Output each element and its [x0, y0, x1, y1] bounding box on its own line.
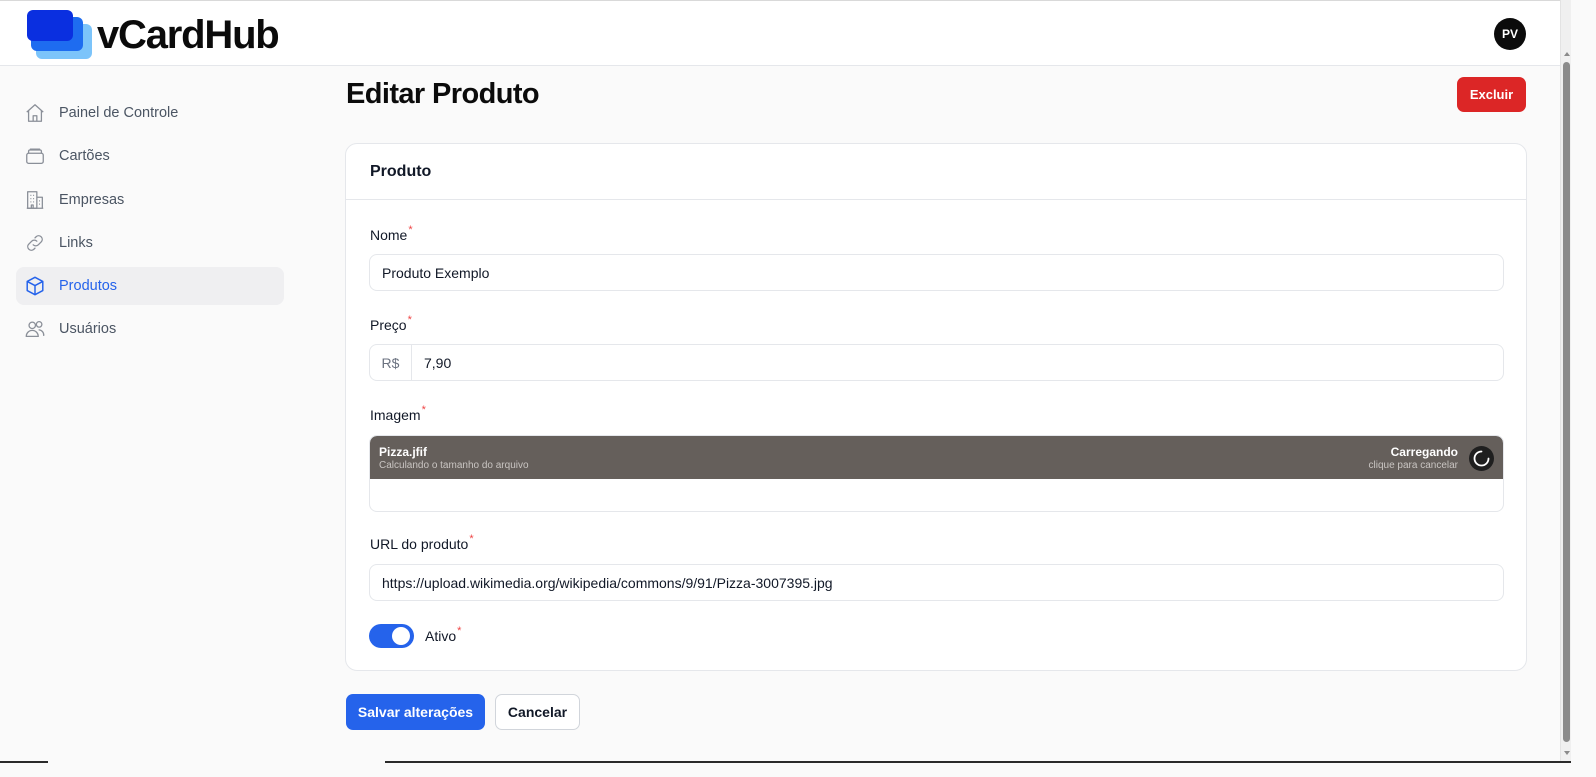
cards-icon [26, 148, 44, 165]
scrollbar-thumb[interactable] [1563, 62, 1570, 742]
product-form-card: Produto Nome* Produto Exemplo Preço* R$ … [345, 143, 1527, 671]
sidebar-item-label: Links [59, 234, 93, 251]
users-icon [25, 321, 45, 338]
page-title: Editar Produto [346, 78, 540, 110]
required-marker: * [408, 224, 413, 236]
active-toggle[interactable] [369, 624, 414, 648]
name-input[interactable]: Produto Exemplo [369, 254, 1504, 291]
active-label: Ativo* [425, 625, 462, 644]
required-marker: * [407, 314, 412, 326]
toggle-knob [392, 627, 410, 645]
sidebar-item-painel-de-controle[interactable]: Painel de Controle [16, 94, 284, 132]
required-marker: * [457, 625, 462, 637]
sidebar-item-label: Cartões [59, 148, 110, 165]
link-icon [27, 235, 43, 251]
price-input[interactable]: R$ 7,90 [369, 344, 1504, 381]
upload-file-item: Pizza.jfif Calculando o tamanho do arqui… [370, 436, 1503, 479]
sidebar-item-label: Produtos [59, 278, 118, 295]
url-input[interactable]: https://upload.wikimedia.org/wikipedia/c… [369, 564, 1504, 601]
top-bar: vCardHub PV [0, 0, 1560, 66]
sidebar-item-empresas[interactable]: Empresas [16, 181, 284, 219]
home-icon [26, 104, 44, 122]
url-input-value: https://upload.wikimedia.org/wikipedia/c… [382, 574, 833, 591]
cancel-button[interactable]: Cancelar [495, 694, 580, 730]
currency-prefix: R$ [370, 345, 412, 380]
price-label: Preço* [370, 314, 412, 333]
upload-cancel-button[interactable] [1469, 446, 1494, 471]
delete-button[interactable]: Excluir [1457, 77, 1526, 112]
price-input-value: 7,90 [424, 354, 452, 371]
image-label: Imagem* [370, 404, 426, 423]
app-name: vCardHub [97, 13, 280, 57]
spinner-icon [1473, 450, 1490, 467]
image-upload-dropzone[interactable]: Pizza.jfif Calculando o tamanho do arqui… [369, 435, 1504, 512]
sidebar-item-cartoes[interactable]: Cartões [16, 137, 284, 175]
scroll-down-icon[interactable] [1564, 751, 1570, 755]
upload-cancel-hint: clique para cancelar [1368, 460, 1459, 471]
required-marker: * [469, 533, 474, 545]
window-bottom-edge [0, 761, 1571, 777]
sidebar-item-produtos[interactable]: Produtos [16, 267, 284, 306]
name-label: Nome* [370, 224, 413, 243]
cube-icon [26, 276, 44, 296]
url-label: URL do produto* [370, 533, 474, 552]
required-marker: * [421, 404, 426, 416]
upload-file-status: Calculando o tamanho do arquivo [379, 460, 529, 471]
sidebar-item-label: Painel de Controle [59, 105, 179, 121]
sidebar-item-links[interactable]: Links [16, 224, 284, 262]
sidebar-nav: Painel de Controle Cartões Empresas Link… [16, 94, 284, 354]
building-icon [26, 190, 44, 209]
logo-icon [26, 9, 92, 61]
card-title: Produto [346, 144, 1526, 200]
name-input-value: Produto Exemplo [382, 264, 490, 281]
sidebar-item-label: Empresas [59, 191, 125, 208]
upload-file-name: Pizza.jfif [379, 445, 428, 459]
sidebar-item-usuarios[interactable]: Usuários [16, 310, 284, 348]
save-button[interactable]: Salvar alterações [346, 694, 485, 730]
upload-status: Carregando [1390, 445, 1458, 459]
app-logo[interactable]: vCardHub [26, 9, 280, 61]
sidebar-item-label: Usuários [59, 321, 117, 338]
scroll-up-icon[interactable] [1564, 52, 1570, 56]
page-scrollbar[interactable] [1560, 0, 1571, 763]
user-avatar[interactable]: PV [1494, 18, 1526, 50]
